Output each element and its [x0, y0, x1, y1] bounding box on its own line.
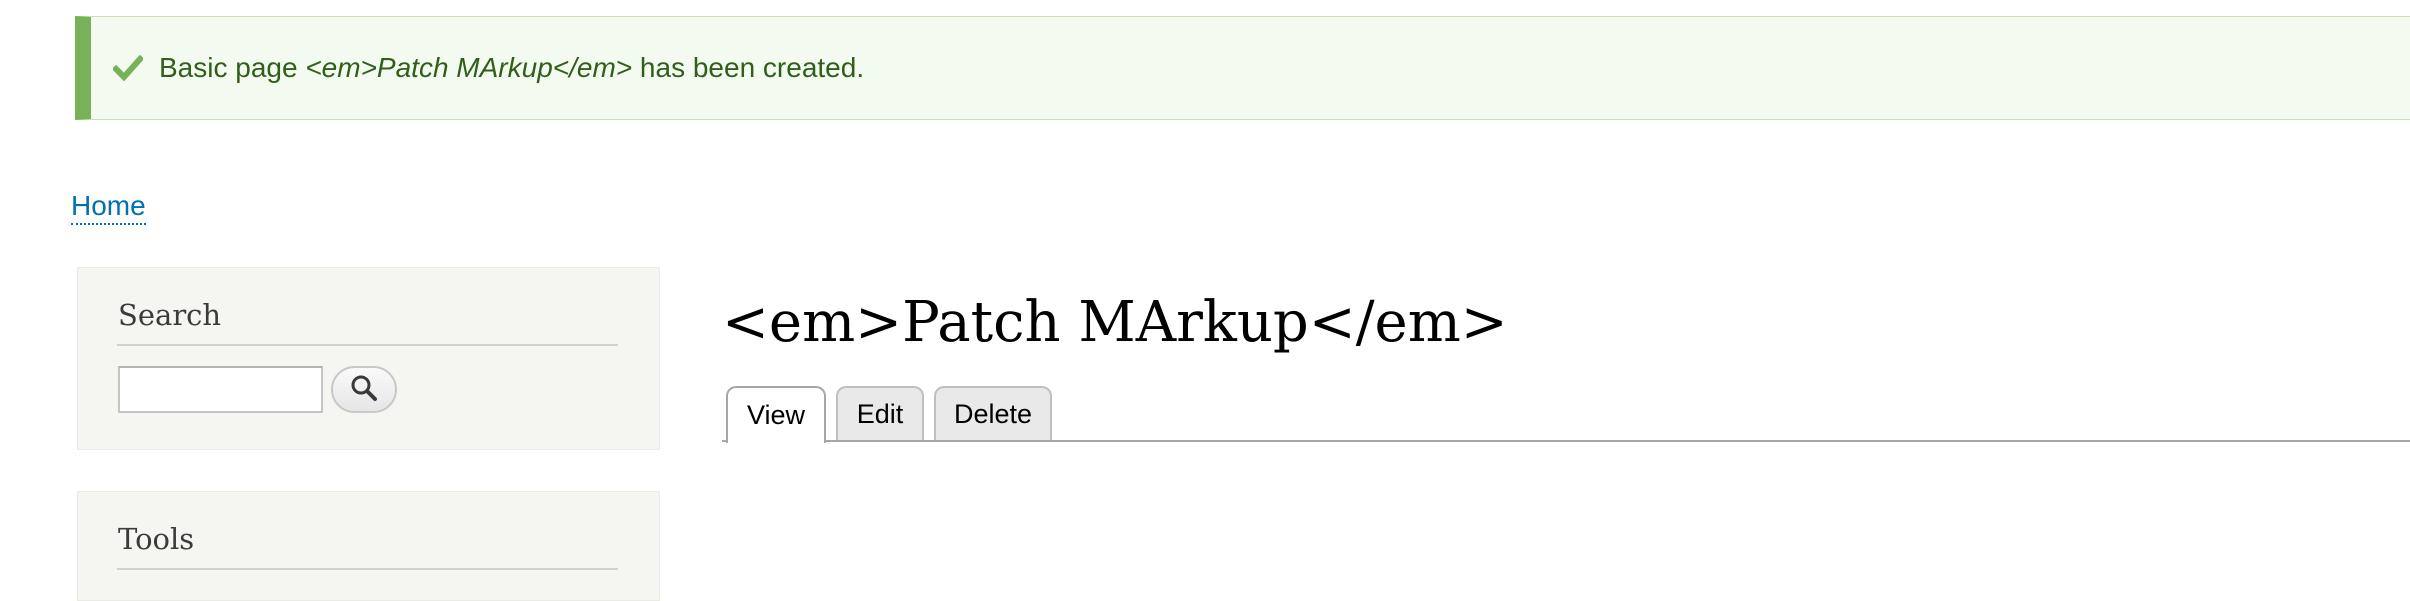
breadcrumb-home-link[interactable]: Home: [71, 190, 146, 225]
tabs-divider: [722, 440, 2410, 442]
search-button[interactable]: [331, 366, 397, 413]
status-message-prefix: Basic page: [159, 52, 306, 83]
tools-block: Tools: [77, 491, 660, 601]
tab-edit[interactable]: Edit: [836, 386, 924, 440]
tab-delete[interactable]: Delete: [934, 386, 1052, 440]
search-block: Search: [77, 267, 660, 450]
status-message-node-title: <em>Patch MArkup</em>: [305, 52, 633, 83]
checkmark-icon: [111, 51, 145, 85]
status-message-text: Basic page <em>Patch MArkup</em> has bee…: [159, 52, 864, 84]
tools-block-title: Tools: [118, 522, 195, 556]
page-title: <em>Patch MArkup</em>: [722, 290, 1508, 355]
breadcrumb: Home: [71, 190, 146, 225]
status-message-suffix: has been created.: [632, 52, 865, 83]
tab-view[interactable]: View: [726, 386, 826, 443]
search-block-title: Search: [118, 298, 222, 332]
search-input[interactable]: [118, 366, 323, 413]
search-icon: [349, 373, 379, 406]
status-message: Basic page <em>Patch MArkup</em> has bee…: [75, 16, 2410, 120]
tools-block-divider: [117, 568, 618, 570]
search-block-divider: [117, 344, 618, 346]
